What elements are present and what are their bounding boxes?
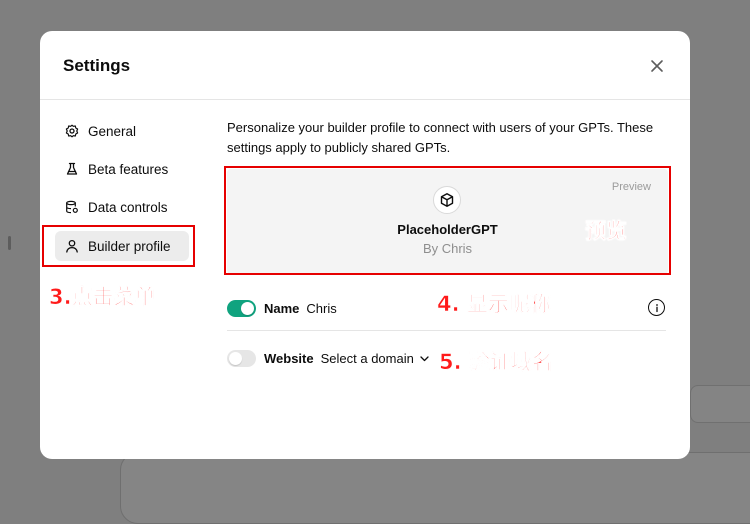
sidebar-item-beta-features[interactable]: Beta features [55, 154, 189, 184]
annotation-step4: 4. 显示昵称 [437, 292, 552, 317]
background-panel [690, 385, 750, 423]
close-icon [651, 60, 663, 72]
name-label: Name [264, 301, 300, 316]
profile-description: Personalize your builder profile to conn… [227, 120, 654, 155]
close-button[interactable] [646, 55, 668, 77]
annotation-step3: 3.点击菜单 [49, 285, 156, 310]
toggle-knob [229, 352, 242, 365]
info-button[interactable] [648, 299, 665, 316]
sidebar-item-data-controls[interactable]: Data controls [55, 192, 189, 222]
flask-icon [65, 162, 79, 176]
sidebar-item-label: Data controls [88, 199, 168, 215]
name-toggle[interactable] [227, 300, 256, 317]
website-row: Website Select a domain [227, 350, 429, 367]
domain-select[interactable]: Select a domain [321, 351, 429, 366]
sidebar-item-label: General [88, 123, 137, 139]
website-label: Website [264, 351, 314, 366]
sidebar-item-label: Beta features [88, 161, 169, 177]
background-input-card [120, 452, 750, 524]
domain-select-value: Select a domain [320, 351, 414, 366]
database-icon [65, 200, 79, 214]
info-icon [655, 303, 658, 312]
gear-icon [65, 124, 79, 138]
divider [227, 330, 666, 331]
annotation-preview: 预览 [585, 219, 628, 244]
website-toggle[interactable] [227, 350, 256, 367]
annotation-box-builder-profile [42, 225, 195, 267]
modal-header: Settings [40, 31, 690, 100]
modal-title: Settings [63, 56, 131, 75]
annotation-step5: 5. 验证域名 [439, 350, 554, 375]
background-handle [8, 236, 11, 250]
sidebar-item-general[interactable]: General [55, 116, 189, 146]
name-value: Chris [306, 301, 337, 316]
toggle-knob [241, 302, 254, 315]
name-row: Name Chris [227, 300, 337, 317]
chevron-down-icon [420, 355, 429, 361]
